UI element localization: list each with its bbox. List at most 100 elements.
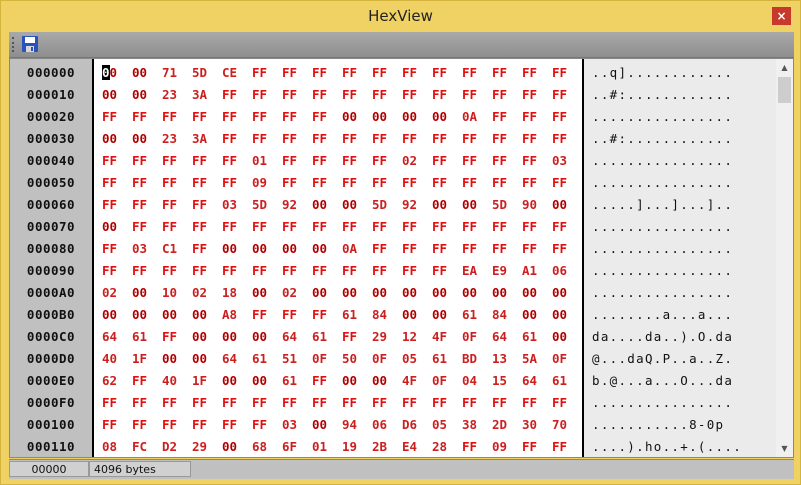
hex-byte[interactable]: 19: [342, 436, 366, 457]
hex-byte[interactable]: FF: [102, 106, 126, 128]
hex-byte[interactable]: FF: [312, 128, 336, 150]
hex-byte[interactable]: FF: [522, 216, 546, 238]
hex-byte[interactable]: 01: [312, 436, 336, 457]
scrollbar-thumb[interactable]: [778, 77, 791, 103]
hex-byte[interactable]: FF: [462, 84, 486, 106]
hex-byte[interactable]: FF: [252, 128, 276, 150]
hex-byte[interactable]: FF: [282, 392, 306, 414]
hex-byte[interactable]: FF: [222, 128, 246, 150]
hex-byte[interactable]: 2D: [492, 414, 516, 436]
hex-byte[interactable]: 00: [252, 370, 276, 392]
hex-byte[interactable]: FF: [132, 106, 156, 128]
hex-byte[interactable]: 5D: [372, 194, 396, 216]
hex-byte[interactable]: FF: [522, 84, 546, 106]
hex-byte[interactable]: 08: [102, 436, 126, 457]
hex-byte[interactable]: FF: [252, 216, 276, 238]
hex-byte[interactable]: 29: [372, 326, 396, 348]
hex-byte[interactable]: FF: [372, 84, 396, 106]
hex-byte[interactable]: FF: [252, 304, 276, 326]
hex-byte[interactable]: CE: [222, 62, 246, 84]
hex-byte[interactable]: 4F: [402, 370, 426, 392]
hex-byte[interactable]: 61: [132, 326, 156, 348]
hex-byte[interactable]: 00: [102, 84, 126, 106]
hex-byte[interactable]: FF: [312, 62, 336, 84]
hex-byte[interactable]: 00: [402, 304, 426, 326]
hex-byte[interactable]: 5D: [252, 194, 276, 216]
hex-byte[interactable]: FF: [282, 260, 306, 282]
hex-byte[interactable]: FF: [432, 84, 456, 106]
hex-byte[interactable]: 61: [462, 304, 486, 326]
hex-byte[interactable]: FF: [132, 216, 156, 238]
hex-byte[interactable]: 18: [222, 282, 246, 304]
hex-byte[interactable]: 02: [192, 282, 216, 304]
hex-byte[interactable]: 3A: [192, 84, 216, 106]
hex-byte[interactable]: 5A: [522, 348, 546, 370]
hex-byte[interactable]: 61: [432, 348, 456, 370]
hex-byte[interactable]: 09: [492, 436, 516, 457]
hex-byte[interactable]: E4: [402, 436, 426, 457]
hex-byte[interactable]: 00: [192, 326, 216, 348]
hex-byte[interactable]: FF: [522, 436, 546, 457]
hex-byte[interactable]: 0F: [432, 370, 456, 392]
hex-byte[interactable]: 00: [222, 238, 246, 260]
hex-byte[interactable]: 05: [402, 348, 426, 370]
hex-byte[interactable]: FF: [222, 172, 246, 194]
hex-byte[interactable]: 64: [522, 370, 546, 392]
hex-byte[interactable]: 71: [162, 62, 186, 84]
hex-byte[interactable]: FF: [312, 84, 336, 106]
hex-byte[interactable]: 1F: [192, 370, 216, 392]
hex-byte[interactable]: 64: [492, 326, 516, 348]
hex-byte[interactable]: 00: [102, 304, 126, 326]
hex-byte[interactable]: 00: [102, 128, 126, 150]
hex-byte[interactable]: 00: [462, 282, 486, 304]
hex-byte[interactable]: FF: [162, 326, 186, 348]
hex-byte[interactable]: FF: [552, 436, 576, 457]
hex-byte[interactable]: FF: [432, 238, 456, 260]
hex-byte[interactable]: 00: [282, 238, 306, 260]
hex-byte[interactable]: 29: [192, 436, 216, 457]
hex-byte[interactable]: FF: [162, 150, 186, 172]
hex-byte[interactable]: FF: [282, 106, 306, 128]
hex-byte[interactable]: 00: [192, 348, 216, 370]
hex-byte[interactable]: FF: [102, 172, 126, 194]
hex-byte[interactable]: 00: [432, 304, 456, 326]
hex-byte[interactable]: FF: [312, 150, 336, 172]
hex-byte[interactable]: FF: [402, 392, 426, 414]
hex-byte[interactable]: 94: [342, 414, 366, 436]
hex-byte[interactable]: FF: [492, 392, 516, 414]
hex-byte[interactable]: 00: [552, 304, 576, 326]
ascii-area[interactable]: ..q]............ ..#:....................…: [584, 59, 776, 457]
hex-byte[interactable]: FF: [192, 172, 216, 194]
hex-byte[interactable]: FF: [342, 216, 366, 238]
hex-byte[interactable]: FF: [282, 150, 306, 172]
hex-byte[interactable]: 61: [312, 326, 336, 348]
hex-byte[interactable]: D2: [162, 436, 186, 457]
hex-byte[interactable]: 00: [132, 128, 156, 150]
hex-byte[interactable]: 92: [402, 194, 426, 216]
hex-byte[interactable]: FF: [462, 216, 486, 238]
hex-byte[interactable]: 00: [402, 106, 426, 128]
hex-byte[interactable]: FF: [222, 150, 246, 172]
hex-byte[interactable]: FF: [222, 414, 246, 436]
hex-byte[interactable]: FF: [552, 392, 576, 414]
hex-byte[interactable]: 00: [372, 106, 396, 128]
hex-byte[interactable]: FF: [402, 172, 426, 194]
hex-byte[interactable]: FF: [132, 260, 156, 282]
hex-byte[interactable]: FF: [222, 106, 246, 128]
hex-byte[interactable]: FF: [102, 194, 126, 216]
hex-byte-cursor[interactable]: 00: [102, 62, 126, 84]
hex-byte[interactable]: 51: [282, 348, 306, 370]
hex-byte[interactable]: 01: [252, 150, 276, 172]
hex-byte[interactable]: FF: [462, 150, 486, 172]
hex-byte[interactable]: FF: [372, 238, 396, 260]
hex-byte[interactable]: FF: [552, 172, 576, 194]
hex-byte[interactable]: 00: [552, 282, 576, 304]
hex-byte[interactable]: 00: [312, 414, 336, 436]
hex-byte[interactable]: FF: [162, 260, 186, 282]
hex-byte[interactable]: 00: [132, 84, 156, 106]
hex-byte[interactable]: FF: [312, 106, 336, 128]
hex-byte[interactable]: 1F: [132, 348, 156, 370]
hex-byte[interactable]: FF: [252, 106, 276, 128]
hex-byte[interactable]: FF: [462, 436, 486, 457]
hex-byte[interactable]: FF: [492, 128, 516, 150]
